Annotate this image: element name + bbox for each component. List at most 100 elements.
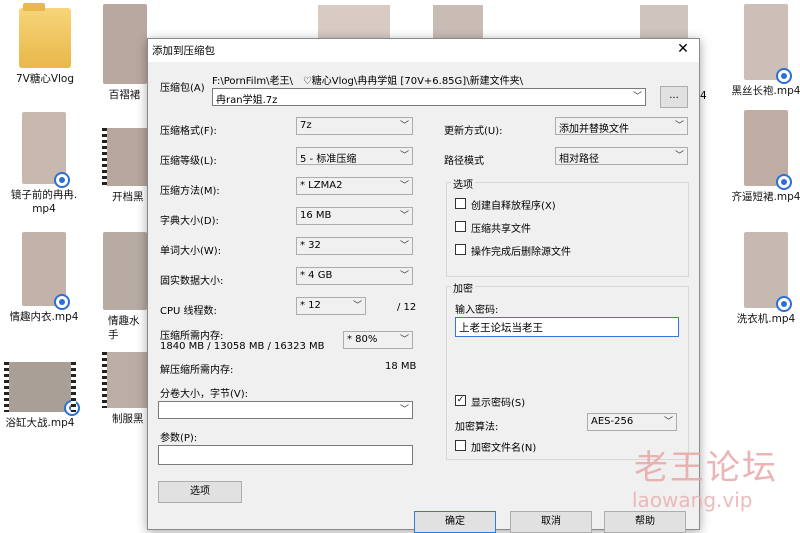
method-select[interactable]: * LZMA2 ﹀ bbox=[296, 177, 413, 195]
video-thumbnail bbox=[102, 128, 147, 186]
close-icon[interactable]: ✕ bbox=[675, 40, 691, 58]
solid-select[interactable]: * 4 GB ﹀ bbox=[296, 267, 413, 285]
split-size-input[interactable]: ﹀ bbox=[158, 401, 413, 419]
chevron-down-icon: ﹀ bbox=[663, 417, 673, 427]
shared-label: 压缩共享文件 bbox=[471, 224, 531, 235]
desktop-icon-video[interactable]: 浴缸大战.mp4 bbox=[0, 362, 80, 430]
delete-after-checkbox[interactable] bbox=[455, 244, 466, 255]
chevron-down-icon: ﹀ bbox=[352, 301, 362, 311]
method-label: 压缩方法(M): bbox=[160, 186, 220, 197]
video-thumbnail bbox=[744, 232, 792, 312]
archive-name-input[interactable]: 冉ran学姐.7z ﹀ bbox=[212, 88, 646, 106]
archive-path: F:\PornFilm\老王\ ♡糖心Vlog\冉冉学姐 [70V+6.85G]… bbox=[212, 76, 523, 87]
desktop-icon-folder[interactable]: 7V糖心Vlog bbox=[5, 3, 85, 86]
format-label: 压缩格式(F): bbox=[160, 126, 217, 137]
desktop-icon-video[interactable]: 洗衣机.mp4 bbox=[726, 232, 800, 326]
video-thumbnail bbox=[22, 112, 70, 188]
video-thumbnail bbox=[22, 232, 70, 310]
pathmode-select[interactable]: 相对路径 ﹀ bbox=[555, 147, 688, 165]
chevron-down-icon: ﹀ bbox=[674, 151, 684, 161]
chevron-down-icon: ﹀ bbox=[674, 121, 684, 131]
archive-label: 压缩包(A) bbox=[160, 83, 205, 94]
desktop-icon-video[interactable]: 制服黑 bbox=[102, 352, 147, 426]
title-bar[interactable]: 添加到压缩包 ✕ bbox=[148, 39, 699, 62]
show-password-checkbox[interactable]: ✓ bbox=[455, 395, 466, 406]
encryption-group: 加密 输入密码: 上老王论坛当老王 ✓ 显示密码(S) 加密算法: AES-25… bbox=[446, 280, 689, 460]
encrypt-names-label: 加密文件名(N) bbox=[471, 443, 537, 454]
sfx-checkbox[interactable] bbox=[455, 198, 466, 209]
video-thumbnail bbox=[102, 4, 147, 84]
desktop-icon-video[interactable]: 齐逼短裙.mp4 bbox=[726, 110, 800, 204]
enc-method-label: 加密算法: bbox=[455, 422, 499, 433]
chevron-down-icon: ﹀ bbox=[399, 241, 409, 251]
desktop-icon-video[interactable]: 百褶裙 bbox=[102, 4, 147, 102]
pathmode-label: 路径模式 bbox=[444, 156, 484, 167]
chevron-down-icon: ﹀ bbox=[399, 211, 409, 221]
format-select[interactable]: 7z ﹀ bbox=[296, 117, 413, 135]
chevron-down-icon: ﹀ bbox=[399, 271, 409, 281]
partial-label: 4 bbox=[700, 90, 707, 102]
cpu-label: CPU 线程数: bbox=[160, 306, 217, 317]
dict-label: 字典大小(D): bbox=[160, 216, 219, 227]
player-badge-icon bbox=[54, 294, 70, 310]
password-input[interactable]: 上老王论坛当老王 bbox=[455, 317, 679, 337]
desktop-icon-video[interactable]: 开档黑 bbox=[102, 128, 147, 204]
video-thumbnail bbox=[4, 362, 80, 416]
player-badge-icon bbox=[776, 174, 792, 190]
password-label: 输入密码: bbox=[455, 305, 499, 316]
video-thumbnail bbox=[433, 5, 483, 39]
level-select[interactable]: 5 - 标准压缩 ﹀ bbox=[296, 147, 413, 165]
mem-label: 压缩所需内存: bbox=[160, 331, 224, 342]
player-badge-icon bbox=[64, 400, 80, 416]
video-thumbnail bbox=[102, 232, 147, 310]
watermark-url: laowang.vip bbox=[632, 488, 753, 512]
mem-pct-select[interactable]: * 80% ﹀ bbox=[343, 331, 413, 349]
desktop-icon-video[interactable]: 情趣水手 bbox=[102, 232, 147, 342]
options-group-title: 选项 bbox=[451, 176, 475, 191]
chevron-down-icon: ﹀ bbox=[399, 405, 409, 415]
folder-icon bbox=[19, 3, 71, 68]
video-thumbnail bbox=[744, 4, 792, 84]
player-badge-icon bbox=[776, 68, 792, 84]
solid-label: 固实数据大小: bbox=[160, 276, 224, 287]
level-label: 压缩等级(L): bbox=[160, 156, 217, 167]
video-thumbnail bbox=[102, 352, 147, 408]
help-button[interactable]: 帮助 bbox=[604, 511, 686, 533]
chevron-down-icon: ﹀ bbox=[632, 92, 642, 102]
chevron-down-icon: ﹀ bbox=[399, 151, 409, 161]
encryption-group-title: 加密 bbox=[451, 280, 475, 295]
ok-button[interactable]: 确定 bbox=[414, 511, 496, 533]
chevron-down-icon: ﹀ bbox=[399, 335, 409, 345]
desktop-icon-video[interactable]: 黑丝长袍.mp4 bbox=[726, 4, 800, 98]
params-label: 参数(P): bbox=[160, 433, 198, 444]
cpu-total: / 12 bbox=[397, 302, 417, 313]
dialog-title: 添加到压缩包 bbox=[152, 45, 215, 57]
enc-method-select[interactable]: AES-256 ﹀ bbox=[587, 413, 677, 431]
browse-button[interactable]: ... bbox=[660, 86, 688, 108]
shared-checkbox[interactable] bbox=[455, 221, 466, 232]
video-thumbnail bbox=[640, 5, 688, 39]
show-password-label: 显示密码(S) bbox=[471, 398, 526, 409]
add-to-archive-dialog: 添加到压缩包 ✕ 压缩包(A) F:\PornFilm\老王\ ♡糖心Vlog\… bbox=[147, 38, 700, 533]
dict-select[interactable]: 16 MB ﹀ bbox=[296, 207, 413, 225]
mem-value: 1840 MB / 13058 MB / 16323 MB bbox=[160, 341, 325, 352]
chevron-down-icon: ﹀ bbox=[399, 121, 409, 131]
options-group: 选项 创建自释放程序(X) 压缩共享文件 操作完成后删除源文件 bbox=[446, 176, 689, 277]
update-select[interactable]: 添加并替换文件 ﹀ bbox=[555, 117, 688, 135]
sfx-label: 创建自释放程序(X) bbox=[471, 201, 556, 212]
options-button[interactable]: 选项 bbox=[158, 481, 242, 503]
desktop-icon-video[interactable]: 镜子前的冉冉. mp4 bbox=[4, 112, 84, 216]
params-input[interactable] bbox=[158, 445, 413, 465]
update-label: 更新方式(U): bbox=[444, 126, 503, 137]
cpu-select[interactable]: * 12 ﹀ bbox=[296, 297, 366, 315]
encrypt-names-checkbox[interactable] bbox=[455, 440, 466, 451]
delete-after-label: 操作完成后删除源文件 bbox=[471, 247, 571, 258]
desktop-icon-video[interactable]: 情趣内衣.mp4 bbox=[4, 232, 84, 324]
video-thumbnail bbox=[318, 5, 390, 39]
video-thumbnail bbox=[744, 110, 792, 190]
word-select[interactable]: * 32 ﹀ bbox=[296, 237, 413, 255]
decomp-label: 解压缩所需内存: bbox=[160, 365, 234, 376]
cancel-button[interactable]: 取消 bbox=[510, 511, 592, 533]
word-label: 单词大小(W): bbox=[160, 246, 222, 257]
player-badge-icon bbox=[54, 172, 70, 188]
